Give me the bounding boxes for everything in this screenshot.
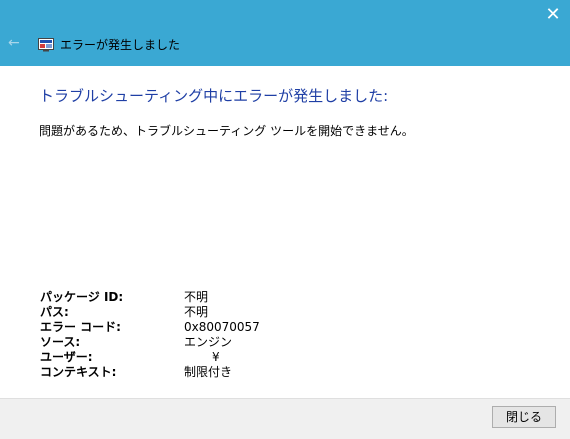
detail-value[interactable]: 0x80070057 (184, 320, 260, 335)
detail-label: パッケージ ID: (40, 290, 124, 304)
detail-label: コンテキスト: (40, 365, 117, 379)
detail-row-path: パス: 不明 (40, 305, 440, 320)
window-title: エラーが発生しました (60, 38, 181, 52)
back-button[interactable]: ← (8, 35, 24, 51)
title-bar: ✕ ← エラーが発生しました (0, 0, 570, 66)
detail-row-context: コンテキスト: 制限付き (40, 365, 440, 380)
detail-value: 制限付き (184, 365, 233, 379)
detail-row-package-id: パッケージ ID: 不明 (40, 290, 440, 305)
close-window-button[interactable]: ✕ (542, 4, 564, 26)
dialog-footer (0, 398, 570, 439)
error-dialog-window: ✕ ← エラーが発生しました トラブルシューティング中にエラーが発生しました: … (0, 0, 570, 439)
detail-label: ユーザー: (40, 350, 93, 364)
detail-row-user: ユーザー: ¥ (40, 350, 440, 365)
troubleshooter-app-icon (38, 38, 54, 52)
error-message: 問題があるため、トラブルシューティング ツールを開始できません。 (39, 124, 414, 138)
detail-row-source: ソース: エンジン (40, 335, 440, 350)
detail-label: ソース: (40, 335, 81, 349)
detail-row-error-code: エラー コード: 0x80070057 (40, 320, 440, 335)
detail-value: ¥ (212, 350, 220, 364)
close-button[interactable]: 閉じる (492, 406, 556, 428)
error-heading: トラブルシューティング中にエラーが発生しました: (39, 87, 389, 105)
error-details-list: パッケージ ID: 不明 パス: 不明 エラー コード: 0x80070057 … (40, 290, 440, 380)
close-icon: ✕ (545, 4, 561, 25)
detail-value: 不明 (184, 305, 209, 319)
back-arrow-icon: ← (8, 35, 20, 51)
detail-value: エンジン (184, 335, 233, 349)
detail-label: パス: (40, 305, 69, 319)
detail-value: 不明 (184, 290, 209, 304)
detail-label: エラー コード: (40, 320, 121, 334)
